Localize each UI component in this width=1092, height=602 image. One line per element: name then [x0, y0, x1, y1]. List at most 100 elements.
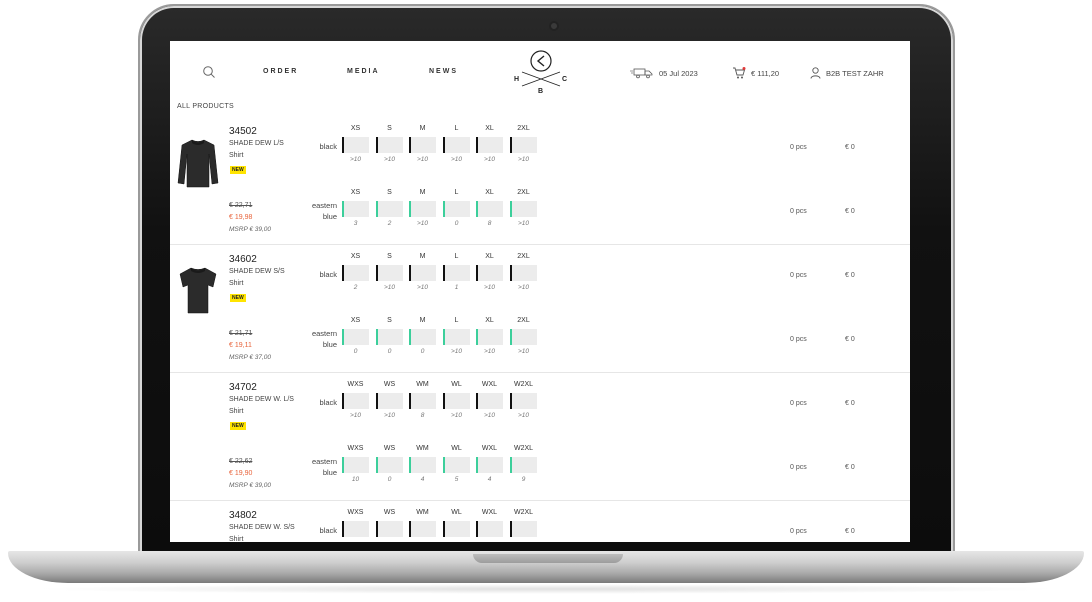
quantity-input[interactable]	[376, 393, 403, 409]
size-quantity-cell[interactable]: 2XL >10	[510, 125, 537, 163]
quantity-input[interactable]	[342, 393, 369, 409]
size-quantity-cell[interactable]: XL >10	[476, 253, 503, 291]
size-quantity-cell[interactable]: WXS	[342, 509, 369, 542]
size-quantity-cell[interactable]: XL >10	[476, 317, 503, 355]
user-menu[interactable]: B2B TEST ZAHR	[810, 67, 884, 79]
quantity-input[interactable]	[342, 201, 369, 217]
quantity-input[interactable]	[476, 521, 503, 537]
size-quantity-cell[interactable]: WM 8	[409, 381, 436, 419]
quantity-input[interactable]	[376, 201, 403, 217]
size-quantity-cell[interactable]: WXL >10	[476, 381, 503, 419]
size-quantity-cell[interactable]: WXL 4	[476, 445, 503, 483]
size-quantity-cell[interactable]: XS 3	[342, 189, 369, 227]
quantity-input[interactable]	[409, 329, 436, 345]
size-quantity-cell[interactable]: M >10	[409, 189, 436, 227]
size-quantity-cell[interactable]: WXS 10	[342, 445, 369, 483]
quantity-input[interactable]	[510, 457, 537, 473]
quantity-input[interactable]	[409, 137, 436, 153]
quantity-input[interactable]	[476, 457, 503, 473]
size-quantity-cell[interactable]: WM	[409, 509, 436, 542]
quantity-input[interactable]	[342, 265, 369, 281]
variant-color-bar	[409, 201, 411, 217]
size-quantity-cell[interactable]: 2XL >10	[510, 189, 537, 227]
delivery-date[interactable]: 05 Jul 2023	[630, 67, 698, 79]
size-quantity-cell[interactable]: XL >10	[476, 125, 503, 163]
quantity-input[interactable]	[510, 137, 537, 153]
quantity-input[interactable]	[409, 201, 436, 217]
size-quantity-cell[interactable]: XL 8	[476, 189, 503, 227]
quantity-input[interactable]	[409, 457, 436, 473]
size-quantity-cell[interactable]: L >10	[443, 125, 470, 163]
size-quantity-cell[interactable]: 2XL >10	[510, 253, 537, 291]
quantity-input[interactable]	[476, 201, 503, 217]
size-quantity-cell[interactable]: WL 5	[443, 445, 470, 483]
quantity-input[interactable]	[409, 265, 436, 281]
size-quantity-cell[interactable]: WXL	[476, 509, 503, 542]
product-number[interactable]: 34602	[229, 254, 257, 265]
quantity-input[interactable]	[443, 137, 470, 153]
nav-media[interactable]: MEDIA	[347, 68, 380, 75]
size-quantity-cell[interactable]: WS >10	[376, 381, 403, 419]
size-quantity-cell[interactable]: S0	[376, 317, 403, 355]
size-quantity-cell[interactable]: XS 0	[342, 317, 369, 355]
size-quantity-cell[interactable]: S2	[376, 189, 403, 227]
size-quantity-cell[interactable]: L >10	[443, 317, 470, 355]
size-quantity-cell[interactable]: M >10	[409, 125, 436, 163]
quantity-input[interactable]	[342, 329, 369, 345]
quantity-input[interactable]	[476, 137, 503, 153]
quantity-input[interactable]	[510, 521, 537, 537]
breadcrumb[interactable]: ALL PRODUCTS	[177, 103, 234, 110]
size-quantity-cell[interactable]: WXS >10	[342, 381, 369, 419]
size-quantity-cell[interactable]: XS >10	[342, 125, 369, 163]
size-quantity-cell[interactable]: WM 4	[409, 445, 436, 483]
quantity-input[interactable]	[342, 137, 369, 153]
product-number[interactable]: 34502	[229, 126, 257, 137]
quantity-input[interactable]	[443, 329, 470, 345]
quantity-input[interactable]	[476, 265, 503, 281]
quantity-input[interactable]	[409, 393, 436, 409]
quantity-input[interactable]	[510, 329, 537, 345]
brand-logo[interactable]: H B C	[512, 48, 570, 98]
quantity-input[interactable]	[376, 521, 403, 537]
size-quantity-cell[interactable]: W2XL >10	[510, 381, 537, 419]
quantity-input[interactable]	[443, 457, 470, 473]
quantity-input[interactable]	[443, 521, 470, 537]
size-quantity-cell[interactable]: L1	[443, 253, 470, 291]
quantity-input[interactable]	[443, 265, 470, 281]
size-quantity-cell[interactable]: M >10	[409, 253, 436, 291]
quantity-input[interactable]	[376, 329, 403, 345]
nav-news[interactable]: NEWS	[429, 68, 458, 75]
quantity-input[interactable]	[342, 457, 369, 473]
size-quantity-cell[interactable]: L0	[443, 189, 470, 227]
quantity-input[interactable]	[443, 201, 470, 217]
product-number[interactable]: 34702	[229, 382, 257, 393]
quantity-input[interactable]	[476, 329, 503, 345]
quantity-input[interactable]	[376, 457, 403, 473]
quantity-input[interactable]	[476, 393, 503, 409]
size-quantity-cell[interactable]: WS	[376, 509, 403, 542]
quantity-input[interactable]	[409, 521, 436, 537]
size-quantity-cell[interactable]: W2XL 9	[510, 445, 537, 483]
product-number[interactable]: 34802	[229, 510, 257, 521]
product-image[interactable]	[176, 265, 220, 322]
product-image[interactable]	[176, 137, 220, 194]
cart-button[interactable]: € 111,20	[732, 67, 779, 79]
size-quantity-cell[interactable]: WS 0	[376, 445, 403, 483]
size-quantity-cell[interactable]: 2XL >10	[510, 317, 537, 355]
size-quantity-cell[interactable]: M0	[409, 317, 436, 355]
quantity-input[interactable]	[510, 265, 537, 281]
quantity-input[interactable]	[510, 201, 537, 217]
quantity-input[interactable]	[443, 393, 470, 409]
quantity-input[interactable]	[510, 393, 537, 409]
quantity-input[interactable]	[376, 265, 403, 281]
size-quantity-cell[interactable]: WL >10	[443, 381, 470, 419]
size-quantity-cell[interactable]: S >10	[376, 253, 403, 291]
size-quantity-cell[interactable]: WL	[443, 509, 470, 542]
quantity-input[interactable]	[342, 521, 369, 537]
quantity-input[interactable]	[376, 137, 403, 153]
size-quantity-cell[interactable]: XS 2	[342, 253, 369, 291]
nav-order[interactable]: ORDER	[263, 68, 298, 75]
search-icon[interactable]	[202, 65, 216, 79]
size-quantity-cell[interactable]: S >10	[376, 125, 403, 163]
size-quantity-cell[interactable]: W2XL	[510, 509, 537, 542]
